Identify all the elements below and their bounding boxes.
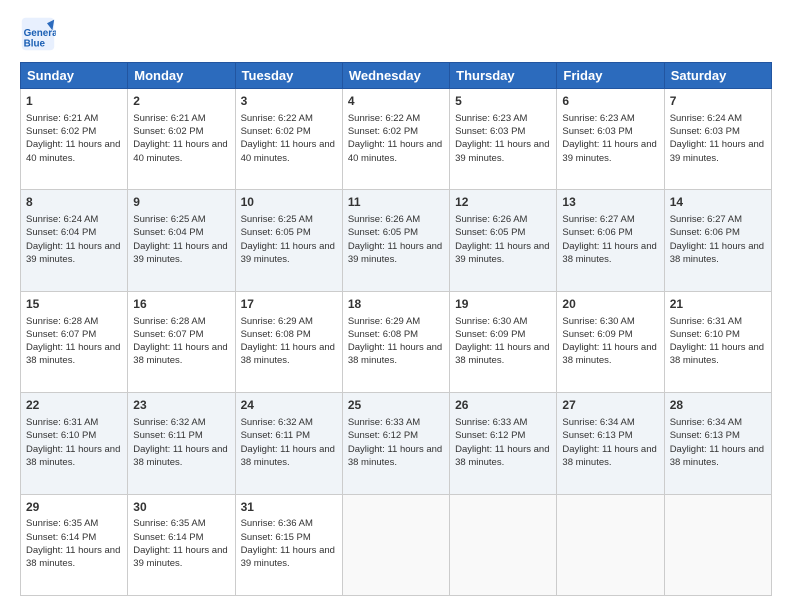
- day-header-tuesday: Tuesday: [235, 63, 342, 89]
- calendar-cell: 25Sunrise: 6:33 AMSunset: 6:12 PMDayligh…: [342, 393, 449, 494]
- calendar-cell: 15Sunrise: 6:28 AMSunset: 6:07 PMDayligh…: [21, 291, 128, 392]
- day-number: 27: [562, 397, 658, 414]
- calendar-cell: 1Sunrise: 6:21 AMSunset: 6:02 PMDaylight…: [21, 89, 128, 190]
- day-number: 4: [348, 93, 444, 110]
- day-number: 30: [133, 499, 229, 516]
- calendar-cell: 22Sunrise: 6:31 AMSunset: 6:10 PMDayligh…: [21, 393, 128, 494]
- calendar-cell: 26Sunrise: 6:33 AMSunset: 6:12 PMDayligh…: [450, 393, 557, 494]
- calendar-cell: 12Sunrise: 6:26 AMSunset: 6:05 PMDayligh…: [450, 190, 557, 291]
- day-header-thursday: Thursday: [450, 63, 557, 89]
- day-number: 23: [133, 397, 229, 414]
- day-number: 19: [455, 296, 551, 313]
- day-number: 2: [133, 93, 229, 110]
- day-header-monday: Monday: [128, 63, 235, 89]
- calendar-cell: 7Sunrise: 6:24 AMSunset: 6:03 PMDaylight…: [664, 89, 771, 190]
- calendar-cell: [664, 494, 771, 595]
- svg-text:General: General: [24, 28, 56, 39]
- calendar-cell: 27Sunrise: 6:34 AMSunset: 6:13 PMDayligh…: [557, 393, 664, 494]
- calendar-week-row: 15Sunrise: 6:28 AMSunset: 6:07 PMDayligh…: [21, 291, 772, 392]
- calendar-cell: 21Sunrise: 6:31 AMSunset: 6:10 PMDayligh…: [664, 291, 771, 392]
- day-number: 11: [348, 194, 444, 211]
- svg-text:Blue: Blue: [24, 39, 46, 50]
- day-number: 21: [670, 296, 766, 313]
- calendar-cell: 24Sunrise: 6:32 AMSunset: 6:11 PMDayligh…: [235, 393, 342, 494]
- day-number: 15: [26, 296, 122, 313]
- day-number: 31: [241, 499, 337, 516]
- day-number: 22: [26, 397, 122, 414]
- header: General Blue: [20, 16, 772, 52]
- calendar-cell: 29Sunrise: 6:35 AMSunset: 6:14 PMDayligh…: [21, 494, 128, 595]
- calendar-cell: [342, 494, 449, 595]
- day-number: 24: [241, 397, 337, 414]
- calendar-cell: 18Sunrise: 6:29 AMSunset: 6:08 PMDayligh…: [342, 291, 449, 392]
- day-number: 14: [670, 194, 766, 211]
- day-number: 6: [562, 93, 658, 110]
- calendar-header-row: SundayMondayTuesdayWednesdayThursdayFrid…: [21, 63, 772, 89]
- calendar-cell: 20Sunrise: 6:30 AMSunset: 6:09 PMDayligh…: [557, 291, 664, 392]
- calendar-cell: 16Sunrise: 6:28 AMSunset: 6:07 PMDayligh…: [128, 291, 235, 392]
- calendar-cell: 11Sunrise: 6:26 AMSunset: 6:05 PMDayligh…: [342, 190, 449, 291]
- calendar-cell: 10Sunrise: 6:25 AMSunset: 6:05 PMDayligh…: [235, 190, 342, 291]
- calendar-cell: 3Sunrise: 6:22 AMSunset: 6:02 PMDaylight…: [235, 89, 342, 190]
- day-number: 3: [241, 93, 337, 110]
- day-number: 7: [670, 93, 766, 110]
- calendar-cell: 28Sunrise: 6:34 AMSunset: 6:13 PMDayligh…: [664, 393, 771, 494]
- logo-icon: General Blue: [20, 16, 56, 52]
- calendar-cell: 6Sunrise: 6:23 AMSunset: 6:03 PMDaylight…: [557, 89, 664, 190]
- calendar-week-row: 22Sunrise: 6:31 AMSunset: 6:10 PMDayligh…: [21, 393, 772, 494]
- day-number: 18: [348, 296, 444, 313]
- day-number: 29: [26, 499, 122, 516]
- day-number: 25: [348, 397, 444, 414]
- calendar-cell: 8Sunrise: 6:24 AMSunset: 6:04 PMDaylight…: [21, 190, 128, 291]
- day-number: 5: [455, 93, 551, 110]
- calendar-cell: 19Sunrise: 6:30 AMSunset: 6:09 PMDayligh…: [450, 291, 557, 392]
- calendar-cell: 9Sunrise: 6:25 AMSunset: 6:04 PMDaylight…: [128, 190, 235, 291]
- calendar-cell: 30Sunrise: 6:35 AMSunset: 6:14 PMDayligh…: [128, 494, 235, 595]
- calendar-cell: [557, 494, 664, 595]
- calendar-cell: 5Sunrise: 6:23 AMSunset: 6:03 PMDaylight…: [450, 89, 557, 190]
- day-header-wednesday: Wednesday: [342, 63, 449, 89]
- day-number: 17: [241, 296, 337, 313]
- calendar-table: SundayMondayTuesdayWednesdayThursdayFrid…: [20, 62, 772, 596]
- day-header-sunday: Sunday: [21, 63, 128, 89]
- day-number: 28: [670, 397, 766, 414]
- calendar-week-row: 1Sunrise: 6:21 AMSunset: 6:02 PMDaylight…: [21, 89, 772, 190]
- calendar-cell: 13Sunrise: 6:27 AMSunset: 6:06 PMDayligh…: [557, 190, 664, 291]
- day-number: 8: [26, 194, 122, 211]
- day-header-friday: Friday: [557, 63, 664, 89]
- day-number: 20: [562, 296, 658, 313]
- calendar-week-row: 8Sunrise: 6:24 AMSunset: 6:04 PMDaylight…: [21, 190, 772, 291]
- logo: General Blue: [20, 16, 62, 52]
- day-number: 16: [133, 296, 229, 313]
- day-number: 10: [241, 194, 337, 211]
- day-number: 13: [562, 194, 658, 211]
- day-number: 26: [455, 397, 551, 414]
- calendar-cell: [450, 494, 557, 595]
- day-number: 1: [26, 93, 122, 110]
- calendar-cell: 2Sunrise: 6:21 AMSunset: 6:02 PMDaylight…: [128, 89, 235, 190]
- calendar-week-row: 29Sunrise: 6:35 AMSunset: 6:14 PMDayligh…: [21, 494, 772, 595]
- calendar-cell: 17Sunrise: 6:29 AMSunset: 6:08 PMDayligh…: [235, 291, 342, 392]
- page: General Blue SundayMondayTuesdayWednesda…: [0, 0, 792, 612]
- day-number: 12: [455, 194, 551, 211]
- calendar-cell: 14Sunrise: 6:27 AMSunset: 6:06 PMDayligh…: [664, 190, 771, 291]
- day-header-saturday: Saturday: [664, 63, 771, 89]
- calendar-cell: 23Sunrise: 6:32 AMSunset: 6:11 PMDayligh…: [128, 393, 235, 494]
- day-number: 9: [133, 194, 229, 211]
- calendar-cell: 4Sunrise: 6:22 AMSunset: 6:02 PMDaylight…: [342, 89, 449, 190]
- calendar-cell: 31Sunrise: 6:36 AMSunset: 6:15 PMDayligh…: [235, 494, 342, 595]
